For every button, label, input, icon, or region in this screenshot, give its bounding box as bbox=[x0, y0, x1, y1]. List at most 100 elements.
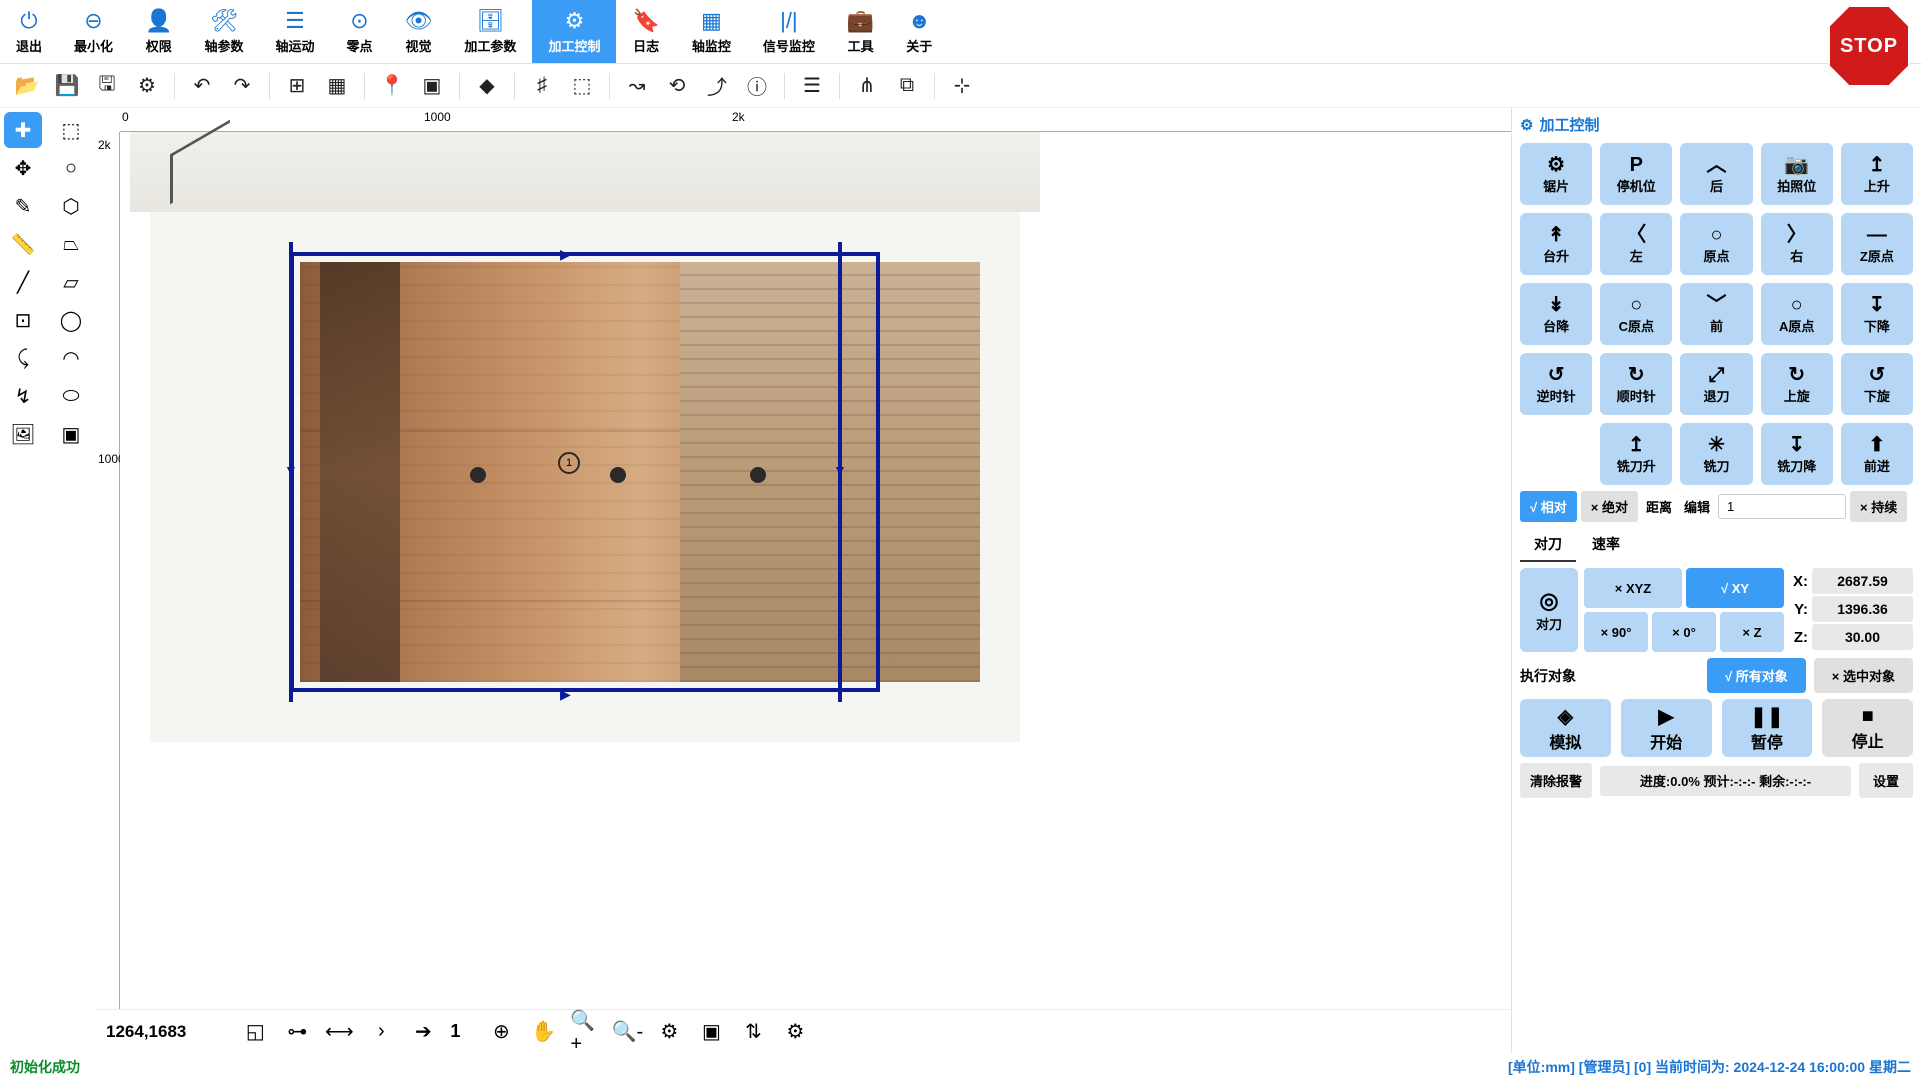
pan-icon[interactable]: ✋ bbox=[528, 1017, 558, 1047]
tool-2[interactable]: ✥ bbox=[4, 150, 42, 186]
menu-item-5[interactable]: ⊙零点 bbox=[330, 0, 388, 63]
jog-前进[interactable]: ⬆前进 bbox=[1841, 423, 1913, 485]
tool-13[interactable]: ◠ bbox=[52, 340, 90, 376]
redo-button[interactable]: ↷ bbox=[225, 69, 259, 103]
jog-A原点[interactable]: ○A原点 bbox=[1761, 283, 1833, 345]
undo-button[interactable]: ↶ bbox=[185, 69, 219, 103]
tool-15[interactable]: ⬭ bbox=[52, 378, 90, 414]
tool-5[interactable]: ⬡ bbox=[52, 188, 90, 224]
tool-17[interactable]: ▣ bbox=[52, 416, 90, 452]
action-模拟[interactable]: ◈模拟 bbox=[1520, 699, 1611, 757]
mode-relative-button[interactable]: √ 相对 bbox=[1520, 491, 1577, 522]
dashsq-button[interactable]: ⬚ bbox=[565, 69, 599, 103]
jog-停机位[interactable]: P停机位 bbox=[1600, 143, 1672, 205]
save-button[interactable]: 💾 bbox=[50, 69, 84, 103]
tool-14[interactable]: ↯ bbox=[4, 378, 42, 414]
jog-台降[interactable]: ↡台降 bbox=[1520, 283, 1592, 345]
tool-8[interactable]: ╱ bbox=[4, 264, 42, 300]
jog-左[interactable]: 〈左 bbox=[1600, 213, 1672, 275]
folder-button[interactable]: 📂 bbox=[10, 69, 44, 103]
menu-item-7[interactable]: 🗄加工参数 bbox=[448, 0, 532, 63]
tool-16[interactable]: 🖼 bbox=[4, 416, 42, 452]
arrow-icon[interactable]: › bbox=[366, 1017, 396, 1047]
jog-前[interactable]: ﹀前 bbox=[1680, 283, 1752, 345]
menu-item-1[interactable]: ⊖最小化 bbox=[58, 0, 129, 63]
tab-速率[interactable]: 速率 bbox=[1578, 528, 1634, 562]
emergency-stop-button[interactable]: STOP bbox=[1827, 4, 1911, 88]
layers-button[interactable]: ⧉ bbox=[890, 69, 924, 103]
action-暂停[interactable]: ❚❚暂停 bbox=[1722, 699, 1813, 757]
distance-input[interactable] bbox=[1718, 494, 1846, 519]
path3-button[interactable]: ⤴ bbox=[700, 69, 734, 103]
sort-icon[interactable]: ⇅ bbox=[738, 1017, 768, 1047]
hash-button[interactable]: ♯ bbox=[525, 69, 559, 103]
menu-item-0[interactable]: ⏻退出 bbox=[0, 0, 58, 63]
zoom-out-icon[interactable]: 🔍- bbox=[612, 1017, 642, 1047]
jog-顺时针[interactable]: ↻顺时针 bbox=[1600, 353, 1672, 415]
edit-label[interactable]: 编辑 bbox=[1680, 497, 1714, 516]
mode-continuous-button[interactable]: × 持续 bbox=[1850, 491, 1907, 522]
jog-台升[interactable]: ↟台升 bbox=[1520, 213, 1592, 275]
settings-button[interactable]: 设置 bbox=[1859, 763, 1913, 798]
jog-原点[interactable]: ○原点 bbox=[1680, 213, 1752, 275]
gear-button[interactable]: ⚙ bbox=[130, 69, 164, 103]
path2-button[interactable]: ⟲ bbox=[660, 69, 694, 103]
tab-对刀[interactable]: 对刀 bbox=[1520, 528, 1576, 562]
menu-item-11[interactable]: |/|信号监控 bbox=[747, 0, 831, 63]
mode-absolute-button[interactable]: × 绝对 bbox=[1581, 491, 1638, 522]
menu-item-6[interactable]: 👁视觉 bbox=[388, 0, 448, 63]
node-icon[interactable]: ⊶ bbox=[282, 1017, 312, 1047]
action-停止[interactable]: ■停止 bbox=[1822, 699, 1913, 757]
sliders-icon[interactable]: ⚙ bbox=[654, 1017, 684, 1047]
frame-button[interactable]: ▣ bbox=[415, 69, 449, 103]
tool-11[interactable]: ◯ bbox=[52, 302, 90, 338]
menu-item-13[interactable]: ☻关于 bbox=[890, 0, 948, 63]
tool-3[interactable]: ○ bbox=[52, 150, 90, 186]
xyz-mode-1[interactable]: √ XY bbox=[1686, 568, 1784, 608]
angle-0[interactable]: × 90° bbox=[1584, 612, 1648, 652]
exec-all-button[interactable]: √ 所有对象 bbox=[1707, 658, 1806, 693]
xyz-mode-0[interactable]: × XYZ bbox=[1584, 568, 1682, 608]
tool-10[interactable]: ⊡ bbox=[4, 302, 42, 338]
jog-后[interactable]: ︿后 bbox=[1680, 143, 1752, 205]
jog-铣刀[interactable]: ✳铣刀 bbox=[1680, 423, 1752, 485]
tool-1[interactable]: ⬚ bbox=[52, 112, 90, 148]
exec-selected-button[interactable]: × 选中对象 bbox=[1814, 658, 1913, 693]
grid-button[interactable]: ▦ bbox=[320, 69, 354, 103]
jog-退刀[interactable]: ⤢退刀 bbox=[1680, 353, 1752, 415]
angle-2[interactable]: × Z bbox=[1720, 612, 1784, 652]
menu-item-8[interactable]: ⚙加工控制 bbox=[532, 0, 616, 63]
tool-9[interactable]: ▱ bbox=[52, 264, 90, 300]
align-button[interactable]: ⊹ bbox=[945, 69, 979, 103]
fit-icon[interactable]: ▣ bbox=[696, 1017, 726, 1047]
route-button[interactable]: ⋔ bbox=[850, 69, 884, 103]
pointer-icon[interactable]: ➔ bbox=[408, 1017, 438, 1047]
jog-锯片[interactable]: ⚙锯片 bbox=[1520, 143, 1592, 205]
snap-button[interactable]: ⊞ bbox=[280, 69, 314, 103]
save-device-button[interactable]: 🖫 bbox=[90, 69, 124, 103]
snap-corner-icon[interactable]: ◱ bbox=[240, 1017, 270, 1047]
jog-上升[interactable]: ↥上升 bbox=[1841, 143, 1913, 205]
jog-下降[interactable]: ↧下降 bbox=[1841, 283, 1913, 345]
zoom-in-icon[interactable]: 🔍+ bbox=[570, 1017, 600, 1047]
tool-6[interactable]: 📏 bbox=[4, 226, 42, 262]
settings-icon[interactable]: ⚙ bbox=[780, 1017, 810, 1047]
action-开始[interactable]: ▶开始 bbox=[1621, 699, 1712, 757]
tool-12[interactable]: ⤹ bbox=[4, 340, 42, 376]
tool-set-button[interactable]: ◎ 对刀 bbox=[1520, 568, 1578, 652]
menu-item-10[interactable]: ▦轴监控 bbox=[676, 0, 747, 63]
menu-item-3[interactable]: 🛠轴参数 bbox=[188, 0, 259, 63]
clear-alarm-button[interactable]: 清除报警 bbox=[1520, 763, 1592, 798]
jog-铣刀降[interactable]: ↧铣刀降 bbox=[1761, 423, 1833, 485]
jog-逆时针[interactable]: ↺逆时针 bbox=[1520, 353, 1592, 415]
jog-右[interactable]: 〉右 bbox=[1761, 213, 1833, 275]
jog-Z原点[interactable]: —Z原点 bbox=[1841, 213, 1913, 275]
viewport[interactable]: 1 ▶ ▶ ▼ ▼ bbox=[120, 132, 1511, 1009]
jog-拍照位[interactable]: 📷拍照位 bbox=[1761, 143, 1833, 205]
shape-button[interactable]: ◆ bbox=[470, 69, 504, 103]
jog-C原点[interactable]: ○C原点 bbox=[1600, 283, 1672, 345]
tool-4[interactable]: ✎ bbox=[4, 188, 42, 224]
tool-7[interactable]: ⏢ bbox=[52, 226, 90, 262]
tool-0[interactable]: ✚ bbox=[4, 112, 42, 148]
measure-icon[interactable]: ⟷ bbox=[324, 1017, 354, 1047]
